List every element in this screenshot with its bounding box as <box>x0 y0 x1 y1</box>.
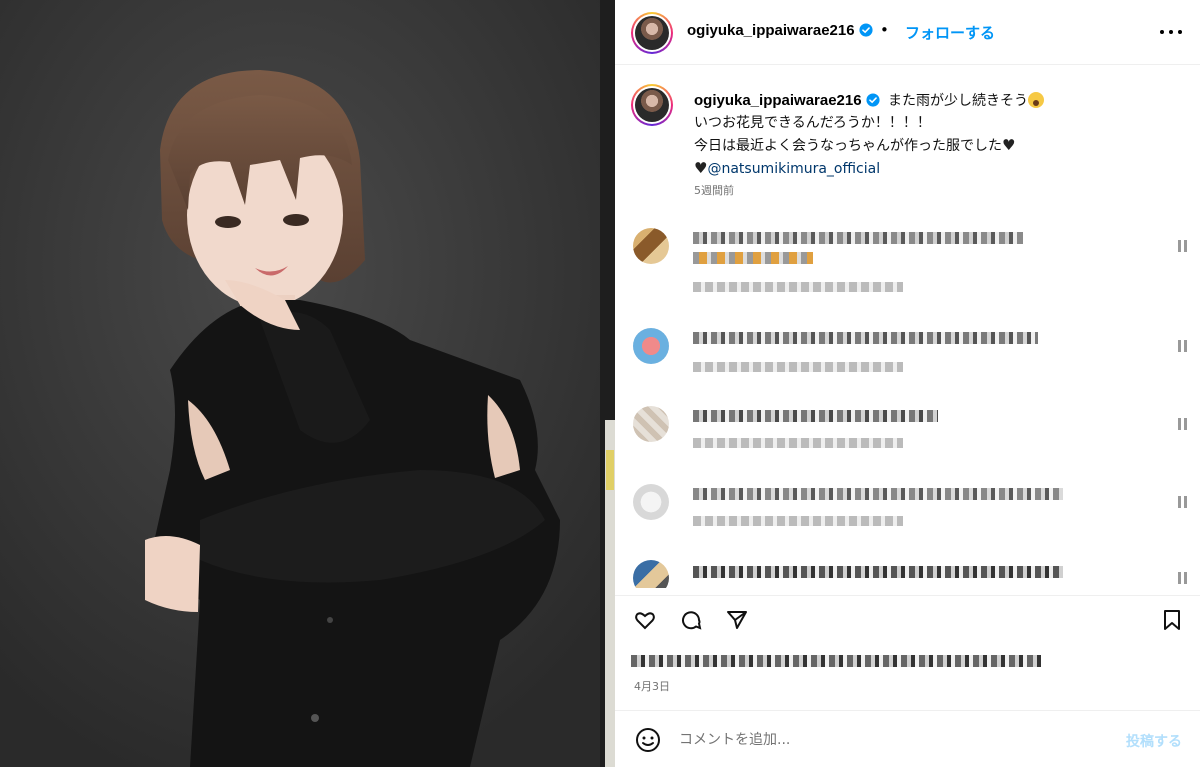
commenter-avatar[interactable] <box>633 560 669 588</box>
blurred-comment-meta <box>693 362 903 372</box>
blurred-likes-text[interactable] <box>631 655 1041 667</box>
share-icon[interactable] <box>725 608 749 632</box>
caption-line-1: また雨が少し続きそう <box>888 93 1029 109</box>
blurred-comment-text <box>693 232 1023 244</box>
comment-input-bar: 投稿する <box>615 710 1200 767</box>
caption-timestamp: 5週間前 <box>694 184 734 197</box>
emoji-icon[interactable] <box>635 727 661 753</box>
comment-item <box>615 560 1200 588</box>
username-link[interactable]: ogiyuka_ippaiwarae216 <box>687 22 873 39</box>
avatar[interactable] <box>635 16 669 50</box>
comment-input[interactable] <box>679 725 1099 755</box>
blurred-comment-meta <box>693 516 903 526</box>
comment-like-icon[interactable] <box>1178 572 1190 584</box>
commenter-avatar[interactable] <box>633 328 669 364</box>
post-actions <box>615 595 1200 640</box>
caption-text: ogiyuka_ippaiwarae216 また雨が少し続きそう いつお花見でき… <box>694 90 1114 180</box>
caption-line-2: いつお花見できるんだろうか！！！！ <box>694 115 931 131</box>
caption-line-3: 今日は最近よく会うなっちゃんが作った服でした <box>694 138 1002 154</box>
more-horizontal-icon[interactable] <box>1160 20 1182 42</box>
separator-dot: • <box>880 21 889 39</box>
post-comment-button[interactable]: 投稿する <box>1126 731 1182 751</box>
caption-username[interactable]: ogiyuka_ippaiwarae216 <box>694 92 880 109</box>
blurred-comment-text <box>693 332 1038 344</box>
comment-item <box>615 484 1200 544</box>
post-details-panel: ogiyuka_ippaiwarae216 • フォローする ogiyuka_i… <box>615 0 1200 767</box>
commenter-avatar[interactable] <box>633 484 669 520</box>
comment-item <box>615 406 1200 466</box>
comment-like-icon[interactable] <box>1178 418 1190 430</box>
avatar[interactable] <box>635 88 669 122</box>
comment-icon[interactable] <box>679 608 703 632</box>
blurred-comment-text <box>693 488 1063 500</box>
mention-link[interactable]: @natsumikimura_official <box>707 161 880 177</box>
blurred-comment-text <box>693 566 1063 578</box>
post-photo-image <box>0 0 615 767</box>
commenter-avatar[interactable] <box>633 406 669 442</box>
post-date: 4月3日 <box>634 680 670 693</box>
blurred-comment-text <box>693 252 813 264</box>
comment-item <box>615 328 1200 388</box>
black-heart-icon: ♥ <box>1002 136 1016 154</box>
comment-item <box>615 228 1200 292</box>
comment-like-icon[interactable] <box>1178 496 1190 508</box>
commenter-avatar[interactable] <box>633 228 669 264</box>
black-heart-icon: ♥ <box>694 159 708 177</box>
post-header: ogiyuka_ippaiwarae216 • フォローする <box>615 0 1200 65</box>
save-icon[interactable] <box>1160 608 1184 632</box>
follow-button[interactable]: フォローする <box>905 22 995 43</box>
blurred-comment-text <box>693 410 938 422</box>
scream-emoji-icon <box>1028 92 1045 108</box>
verified-badge-icon <box>866 93 880 107</box>
verified-badge-icon <box>859 23 873 37</box>
comment-like-icon[interactable] <box>1178 340 1190 352</box>
post-photo[interactable] <box>0 0 615 767</box>
blurred-comment-meta <box>693 282 903 292</box>
heart-icon[interactable] <box>633 608 657 632</box>
comment-like-icon[interactable] <box>1178 240 1190 252</box>
blurred-comment-meta <box>693 438 903 448</box>
